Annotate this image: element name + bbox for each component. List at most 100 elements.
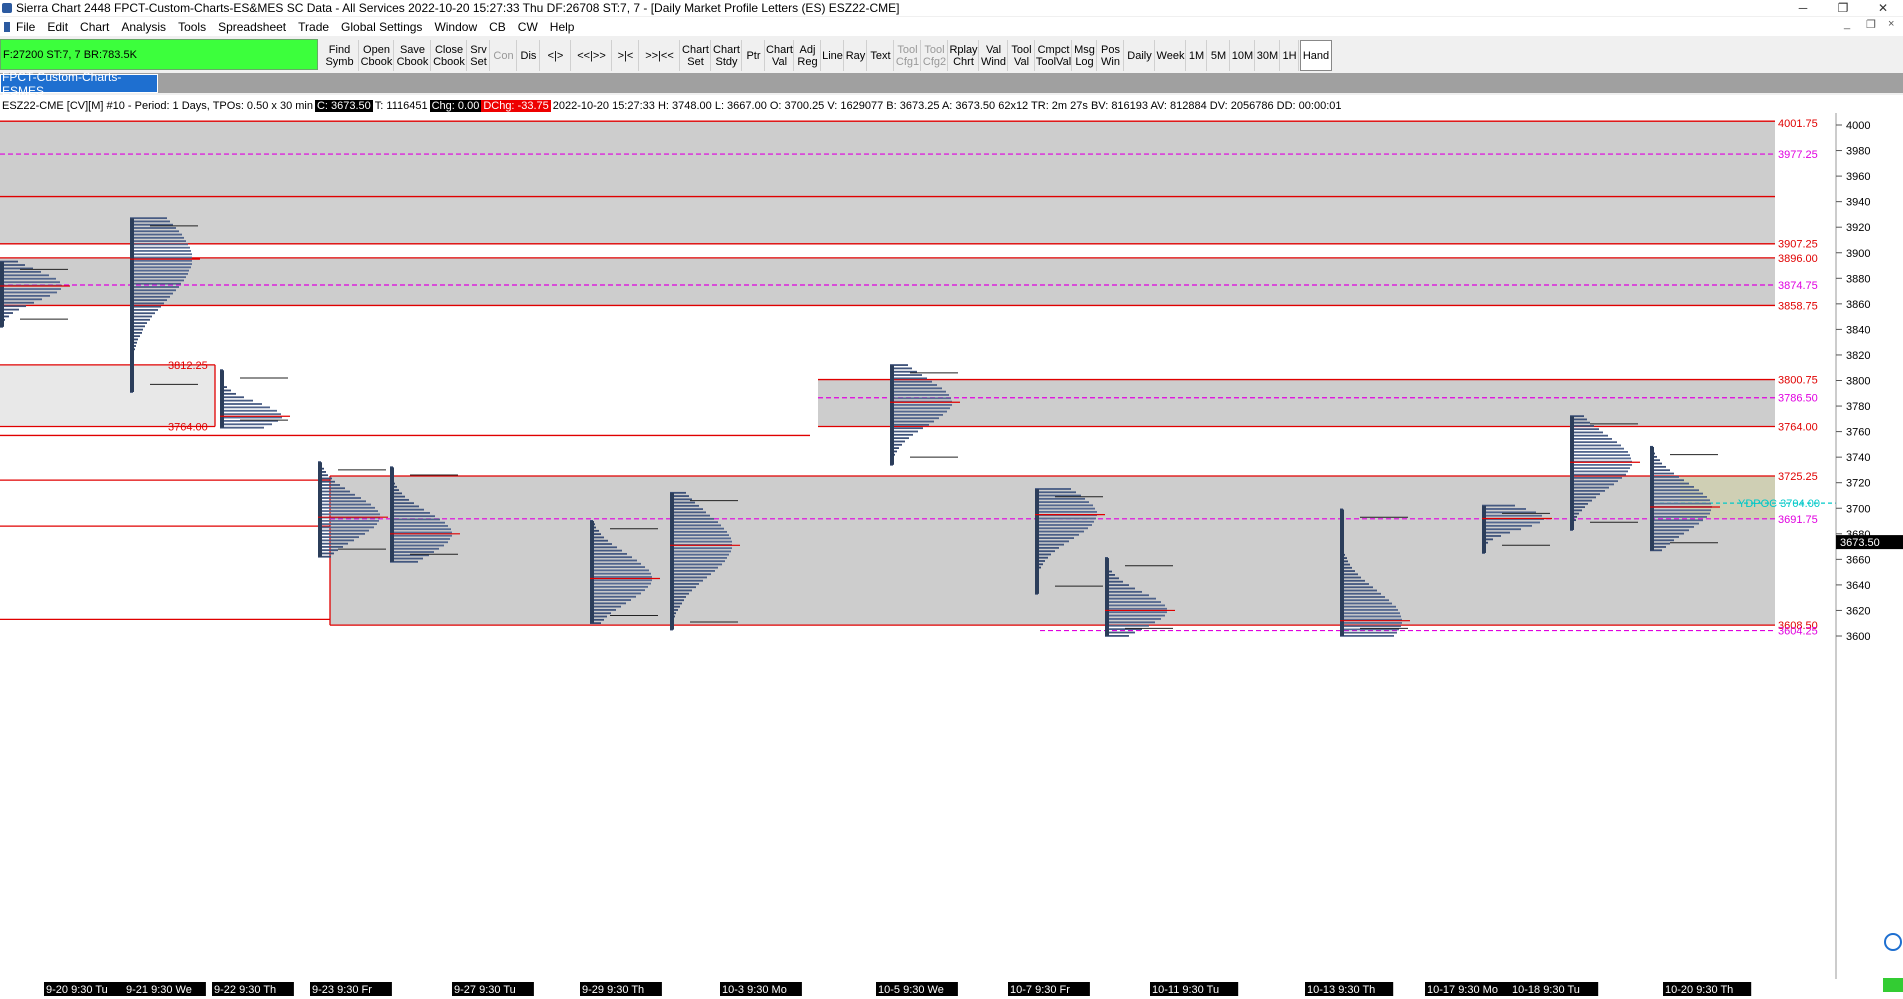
toolbar-button-srv-set[interactable]: Srv Set [468, 40, 490, 71]
tpo-row [670, 511, 706, 514]
toolbar-button-msg-log[interactable]: Msg Log [1073, 40, 1097, 71]
restore-button[interactable]: ❐ [1823, 0, 1863, 16]
menu-item-file[interactable]: File [10, 20, 41, 34]
toolbar-button-5m[interactable]: 5M [1208, 40, 1230, 71]
toolbar-button-val-wind[interactable]: Val Wind [980, 40, 1008, 71]
tpo-row [590, 569, 649, 572]
toolbar-button-chart-stdy[interactable]: Chart Stdy [712, 40, 742, 71]
tpo-row [1570, 476, 1622, 479]
toolbar-button-pos-win[interactable]: Pos Win [1098, 40, 1124, 71]
toolbar-label: Wind [980, 55, 1007, 68]
tpo-row [1482, 504, 1515, 507]
tpo-row [890, 387, 942, 390]
price-tick-label: 3840 [1846, 324, 1870, 336]
toolbar-button-adj-reg[interactable]: Adj Reg [795, 40, 821, 71]
toolbar-button-[interactable]: <|> [541, 40, 571, 71]
tpo-row [318, 497, 361, 499]
session-range-bar [390, 467, 394, 562]
tpo-row [1482, 514, 1542, 517]
minimize-button[interactable]: ─ [1783, 0, 1823, 16]
toolbar-button-tool-val[interactable]: Tool Val [1009, 40, 1035, 71]
toolbar-button-chart-set[interactable]: Chart Set [681, 40, 711, 71]
inner-restore-icon[interactable]: ❐ [1866, 18, 1876, 31]
market-profile-chart[interactable]: 4000 3980 3960 3940 3920 3900 3880 3860 3840 3820… [0, 95, 1903, 999]
toolbar-button-tool-cfg2[interactable]: Tool Cfg2 [922, 40, 948, 71]
toolbar-button-cmpct-toolval[interactable]: Cmpct ToolVal [1036, 40, 1072, 71]
toolbar-button-text[interactable]: Text [868, 40, 894, 71]
tpo-row [130, 309, 158, 311]
window-title: Sierra Chart 2448 FPCT-Custom-Charts-ES&… [16, 1, 900, 15]
toolbar-label: >|< [617, 49, 634, 62]
toolbar-label: Chart [766, 43, 793, 56]
tpo-row [1650, 482, 1689, 485]
menu-item-edit[interactable]: Edit [41, 20, 74, 34]
tpo-row [890, 427, 923, 430]
inner-minimize-icon[interactable]: _ [1844, 18, 1850, 30]
tpo-row [318, 542, 348, 545]
toolbar-button-week[interactable]: Week [1156, 40, 1186, 71]
toolbar-button-tool-cfg1[interactable]: Tool Cfg1 [895, 40, 921, 71]
session-range-bar [318, 462, 322, 557]
toolbar-button-[interactable]: <<|>> [572, 40, 612, 71]
menu-item-analysis[interactable]: Analysis [115, 20, 172, 34]
chart-area[interactable]: 4000 3980 3960 3940 3920 3900 3880 3860 3840 3820… [0, 95, 1903, 999]
toolbar-button-ray[interactable]: Ray [845, 40, 867, 71]
tpo-row [130, 227, 176, 229]
toolbar-button-hand[interactable]: Hand [1300, 40, 1332, 71]
toolbar-label: ToolVal [1035, 55, 1072, 68]
price-tick-label: 3600 [1846, 631, 1870, 643]
tpo-row [130, 299, 167, 302]
menu-item-cb[interactable]: CB [483, 20, 512, 34]
menu-item-window[interactable]: Window [428, 20, 483, 34]
tpo-row [390, 551, 434, 553]
tpo-row [670, 508, 703, 510]
tpo-row [1650, 489, 1699, 492]
menu-item-trade[interactable]: Trade [292, 20, 335, 34]
toolbar-button-dis[interactable]: Dis [518, 40, 540, 71]
toolbar-button-30m[interactable]: 30M [1256, 40, 1280, 71]
session-range-bar [0, 261, 4, 327]
toolbar-button-1m[interactable]: 1M [1187, 40, 1207, 71]
tpo-row [220, 406, 270, 409]
level-label: 3800.75 [1778, 375, 1818, 387]
tpo-row [130, 246, 190, 249]
toolbar-button-con[interactable]: Con [491, 40, 517, 71]
toolbar-label: Line [822, 49, 843, 62]
toolbar-button-find-symb[interactable]: Find Symb [321, 40, 359, 71]
close-button[interactable]: ✕ [1863, 0, 1903, 16]
date-label: 10-5 9:30 We [878, 984, 944, 996]
toolbar-button-daily[interactable]: Daily [1125, 40, 1155, 71]
info-ticks: T: 1116451 [374, 99, 428, 112]
menu-item-chart[interactable]: Chart [74, 20, 115, 34]
toolbar-button-rplay-chrt[interactable]: Rplay Chrt [949, 40, 979, 71]
scroll-indicator-icon[interactable] [1884, 933, 1902, 951]
tpo-row [130, 289, 176, 292]
menu-item-tools[interactable]: Tools [172, 20, 212, 34]
session-range-bar [1482, 505, 1486, 553]
level-label: 3786.50 [1778, 393, 1818, 405]
toolbar-button-chart-val[interactable]: Chart Val [766, 40, 794, 71]
toolbar-button-1h[interactable]: 1H [1281, 40, 1299, 71]
menu-item-global-settings[interactable]: Global Settings [335, 20, 428, 34]
menu-item-help[interactable]: Help [544, 20, 581, 34]
toolbar-button-save-cbook[interactable]: Save Cbook [395, 40, 431, 71]
tpo-row [670, 547, 732, 550]
inner-close-icon[interactable]: × [1888, 18, 1894, 30]
toolbar-button-[interactable]: >|< [613, 40, 639, 71]
toolbar-button-line[interactable]: Line [822, 40, 844, 71]
tpo-row [1340, 592, 1381, 595]
tpo-row [670, 527, 724, 530]
tpo-row [1482, 521, 1540, 524]
toolbar-button-[interactable]: >>|<< [640, 40, 680, 71]
toolbar-button-ptr[interactable]: Ptr [743, 40, 765, 71]
toolbar-button-10m[interactable]: 10M [1231, 40, 1255, 71]
tpo-row [1570, 486, 1609, 489]
menu-item-spreadsheet[interactable]: Spreadsheet [212, 20, 292, 34]
toolbar-button-close-cbook[interactable]: Close Cbook [432, 40, 467, 71]
tpo-row [1570, 480, 1618, 483]
tpo-row [1650, 509, 1711, 512]
toolbar-button-open-cbook[interactable]: Open Cbook [360, 40, 394, 71]
menu-item-cw[interactable]: CW [512, 20, 544, 34]
tab-fpct-custom-charts[interactable]: FPCT-Custom-Charts-ESMES [0, 70, 158, 98]
tpo-row [1340, 596, 1385, 598]
